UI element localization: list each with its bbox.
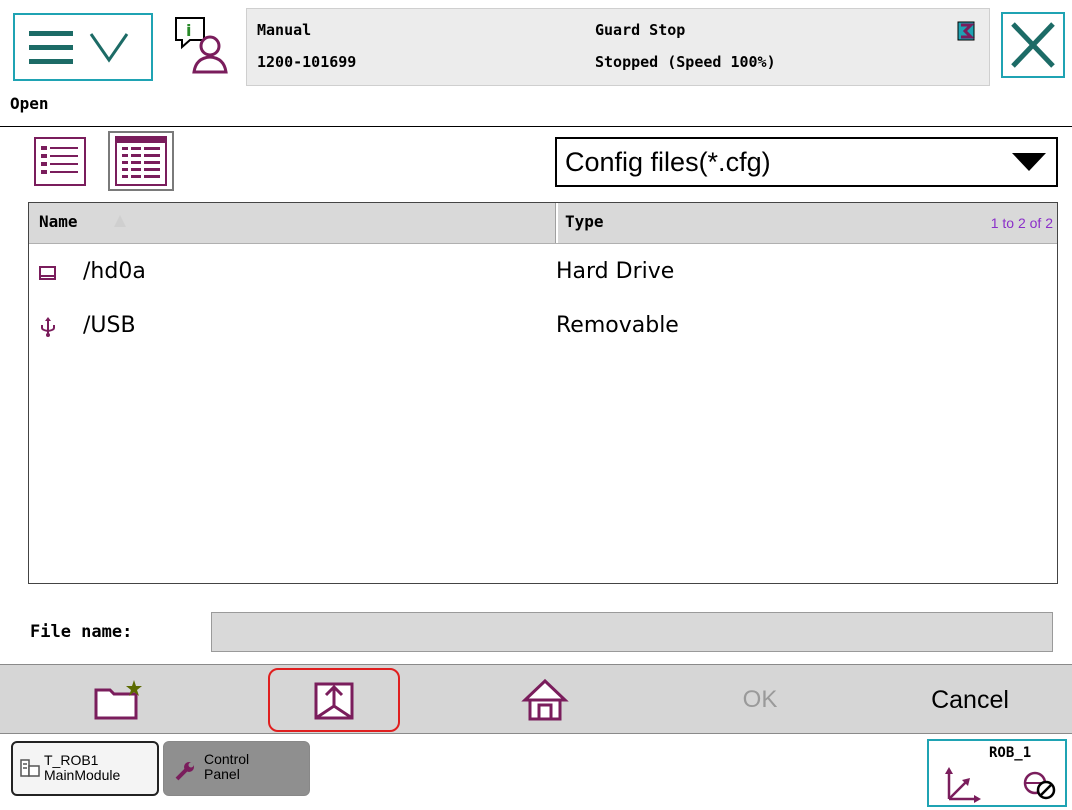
file-list[interactable]: Name Type 1 to 2 of 2 /hd0a Hard Drive /… [28, 202, 1058, 584]
home-folder-button[interactable] [505, 665, 585, 735]
task-bar [0, 736, 1072, 810]
operating-mode: Manual [257, 21, 312, 39]
rapid-program-icon [20, 759, 40, 777]
ok-button[interactable]: OK [700, 665, 820, 735]
list-item[interactable]: /hd0a Hard Drive [29, 246, 1057, 300]
page-title: Open [10, 94, 49, 113]
usb-icon [41, 317, 55, 337]
chevron-down-icon[interactable] [1012, 153, 1046, 171]
parent-folder-icon [314, 682, 354, 720]
list-item[interactable]: /USB Removable [29, 300, 1057, 354]
program-state-icon [957, 21, 975, 41]
column-header-name[interactable]: Name [39, 212, 78, 231]
new-folder-icon [94, 680, 142, 720]
parent-folder-button[interactable] [268, 668, 400, 732]
detail-view-button[interactable] [108, 131, 174, 191]
controller-id: 1200-101699 [257, 53, 357, 71]
file-type-filter[interactable]: Config files(*.cfg) [555, 137, 1058, 187]
event-log-icon[interactable]: i [170, 14, 232, 76]
mechanical-unit-label: ROB_1 [989, 745, 1032, 761]
controller-state: Guard Stop [595, 21, 686, 39]
home-icon [521, 678, 569, 721]
menu-icon [29, 31, 129, 64]
hard-drive-icon [39, 266, 56, 280]
cancel-button[interactable]: Cancel [900, 665, 1040, 735]
motion-state: Stopped (Speed 100%) [595, 53, 776, 71]
column-header-type[interactable]: Type [565, 212, 604, 231]
task-button-control-panel[interactable]: Control Panel [163, 741, 310, 796]
item-count: 1 to 2 of 2 [990, 215, 1053, 231]
detail-view-icon [115, 136, 167, 186]
list-view-icon [34, 137, 86, 186]
list-item-type: Removable [556, 313, 679, 338]
list-item-type: Hard Drive [556, 259, 675, 284]
divider [0, 126, 1072, 127]
close-button[interactable] [1001, 12, 1065, 78]
task-label-line1: Control [204, 751, 250, 767]
module-name: MainModule [44, 767, 121, 783]
task-name: T_ROB1 [44, 752, 99, 768]
list-item-name: /USB [83, 313, 136, 338]
column-separator[interactable] [555, 203, 558, 243]
status-panel[interactable]: Manual 1200-101699 Guard Stop Stopped (S… [246, 8, 990, 86]
wrench-icon [175, 762, 194, 781]
new-folder-button[interactable] [80, 665, 160, 735]
file-type-filter-value: Config files(*.cfg) [565, 147, 771, 177]
task-label-line2: Panel [204, 766, 240, 782]
sort-ascending-icon [114, 215, 126, 227]
list-item-name: /hd0a [83, 259, 146, 284]
close-icon [1011, 22, 1055, 68]
list-header: Name Type 1 to 2 of 2 [29, 203, 1057, 244]
quickset-button[interactable]: ROB_1 [927, 739, 1067, 807]
task-button-rapid[interactable]: T_ROB1 MainModule [11, 741, 159, 796]
main-menu-button[interactable] [13, 13, 153, 81]
file-name-input[interactable] [211, 612, 1053, 652]
jog-coordinate-icon [945, 767, 981, 803]
svg-text:i: i [186, 21, 191, 40]
increment-off-icon [1023, 771, 1056, 800]
file-name-label: File name: [30, 622, 133, 642]
command-bar: OK Cancel [0, 664, 1072, 734]
list-view-button[interactable] [33, 136, 88, 188]
